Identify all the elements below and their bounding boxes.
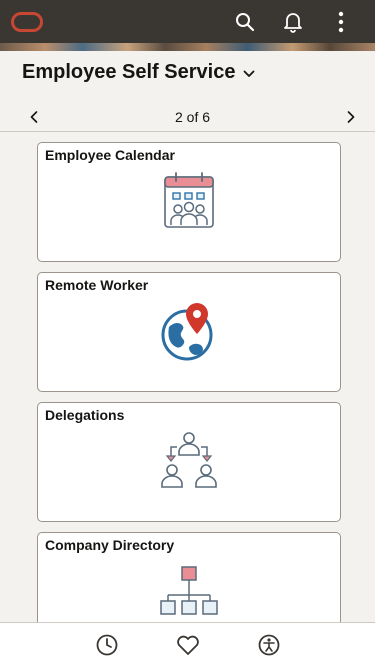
header-actions <box>221 0 365 43</box>
tile-icon-wrapper <box>38 431 340 491</box>
chevron-down-icon <box>244 70 255 77</box>
app-header <box>0 0 375 43</box>
favorites-button[interactable] <box>176 633 200 657</box>
page-title-selector[interactable]: Employee Self Service <box>22 61 255 84</box>
chevron-right-icon <box>347 111 355 123</box>
page-pager: 2 of 6 <box>0 103 375 131</box>
tile-employee-calendar[interactable]: Employee Calendar <box>37 142 341 262</box>
previous-page-button[interactable] <box>24 107 44 127</box>
more-actions-button[interactable] <box>317 0 365 43</box>
tile-list[interactable]: Employee Calendar Remote Worker Delegati… <box>0 132 375 622</box>
tile-title: Company Directory <box>45 537 175 553</box>
page-title: Employee Self Service <box>22 61 236 83</box>
tile-icon-wrapper <box>38 561 340 621</box>
oracle-logo[interactable] <box>11 11 43 32</box>
calendar-people-icon <box>164 172 214 228</box>
accessibility-icon <box>258 634 279 656</box>
delegation-icon <box>161 432 217 488</box>
tile-title: Remote Worker <box>45 277 149 293</box>
globe-pin-icon <box>161 303 213 361</box>
heart-icon <box>176 635 199 655</box>
accessibility-button[interactable] <box>257 633 281 657</box>
tile-company-directory[interactable]: Company Directory <box>37 532 341 622</box>
tile-title: Delegations <box>45 407 125 423</box>
chevron-left-icon <box>30 111 38 123</box>
next-page-button[interactable] <box>341 107 361 127</box>
org-chart-icon <box>160 566 218 615</box>
tile-title: Employee Calendar <box>45 147 175 163</box>
more-vertical-icon <box>338 11 344 32</box>
notifications-button[interactable] <box>269 0 317 43</box>
page-indicator: 2 of 6 <box>174 109 211 125</box>
tile-remote-worker[interactable]: Remote Worker <box>37 272 341 392</box>
tile-icon-wrapper <box>38 301 340 361</box>
search-button[interactable] <box>221 0 269 43</box>
page-title-area: Employee Self Service 2 of 6 <box>0 51 375 132</box>
header-banner-image <box>0 43 375 51</box>
history-icon <box>96 634 117 656</box>
tile-delegations[interactable]: Delegations <box>37 402 341 522</box>
search-icon <box>236 12 255 31</box>
bell-icon <box>284 12 302 33</box>
bottom-navigation <box>0 622 375 667</box>
tile-icon-wrapper <box>38 171 340 231</box>
history-button[interactable] <box>95 633 119 657</box>
